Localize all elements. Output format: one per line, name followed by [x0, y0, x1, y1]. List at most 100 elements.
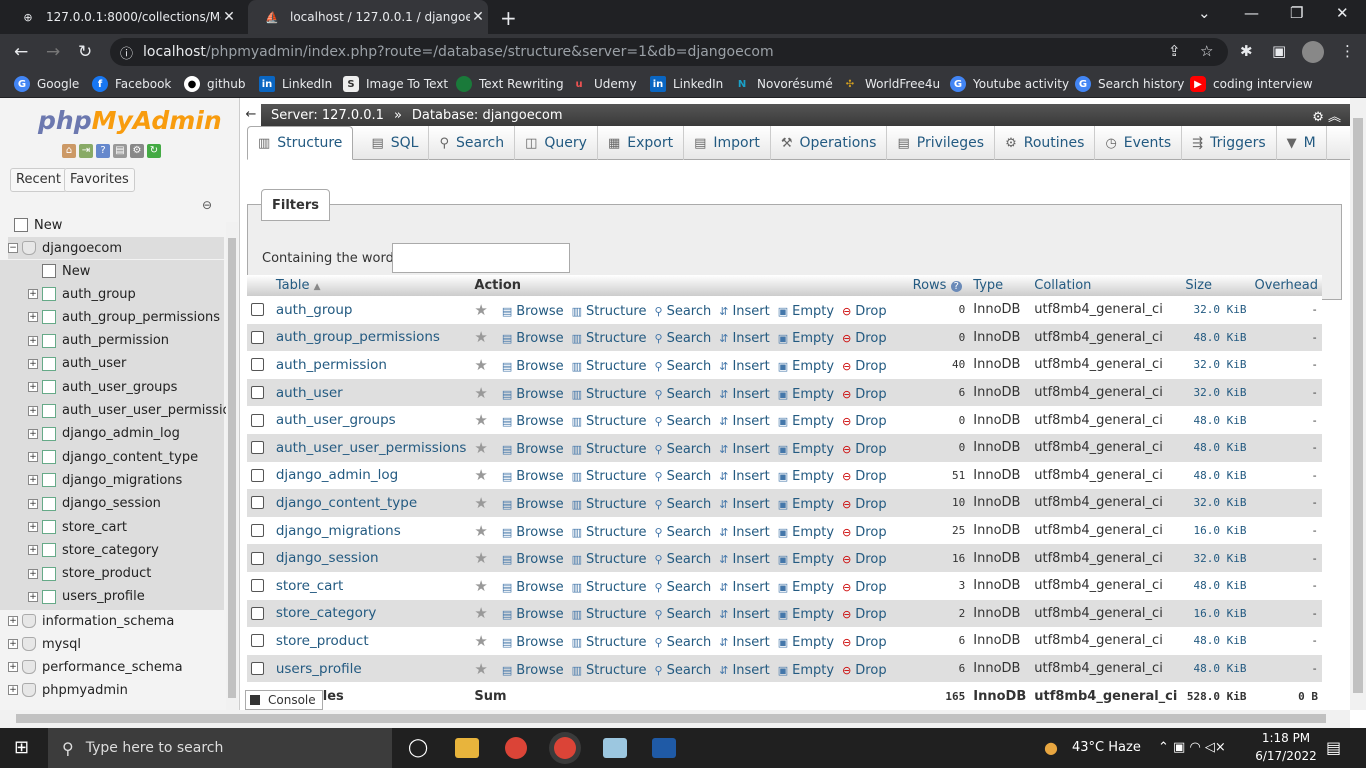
structure-action[interactable]: ▥ Structure: [572, 607, 647, 622]
insert-action[interactable]: ⇵ Insert: [719, 387, 770, 402]
row-size[interactable]: 32.0 KiB: [1181, 378, 1251, 407]
site-info-icon[interactable]: ⓘ: [120, 43, 133, 62]
drop-action[interactable]: ⊖ Drop: [842, 331, 887, 346]
empty-action[interactable]: ▣ Empty: [778, 414, 834, 429]
tab-export[interactable]: ▦ Export: [598, 126, 685, 160]
forward-icon[interactable]: →: [46, 42, 60, 62]
row-checkbox[interactable]: [251, 441, 264, 455]
drop-action[interactable]: ⊖ Drop: [842, 469, 887, 484]
row-checkbox[interactable]: [251, 496, 264, 510]
empty-action[interactable]: ▣ Empty: [778, 359, 834, 374]
scroll-thumb[interactable]: [1353, 118, 1363, 693]
browser-tab-collections[interactable]: ⊕ 127.0.0.1:8000/collections/Men's ✕: [4, 0, 248, 34]
chrome-icon[interactable]: [505, 737, 527, 759]
expand-icon[interactable]: +: [28, 568, 38, 579]
row-checkbox[interactable]: [251, 330, 264, 344]
expand-icon[interactable]: +: [28, 591, 38, 602]
row-checkbox[interactable]: [251, 358, 264, 372]
tab-triggers[interactable]: ⇶ Triggers: [1182, 126, 1277, 160]
tab-search-icon[interactable]: ⌄: [1198, 4, 1211, 22]
structure-action[interactable]: ▥ Structure: [572, 663, 647, 678]
row-checkbox[interactable]: [251, 551, 264, 565]
structure-action[interactable]: ▥ Structure: [572, 359, 647, 374]
drop-action[interactable]: ⊖ Drop: [842, 414, 887, 429]
tab-query[interactable]: ◫ Query: [515, 126, 598, 160]
tree-db-information-schema[interactable]: + information_schema: [8, 610, 174, 632]
expand-icon[interactable]: +: [28, 452, 38, 463]
collation-column-header[interactable]: Collation: [1030, 275, 1182, 296]
structure-action[interactable]: ▥ Structure: [572, 414, 647, 429]
bookmark-text-rewriting[interactable]: Text Rewriting: [456, 76, 564, 92]
url-bar[interactable]: ⓘ localhost/phpmyadmin/index.php?route=/…: [110, 38, 1228, 66]
home-icon[interactable]: ⌂: [62, 144, 76, 158]
browse-action[interactable]: ▤ Browse: [502, 525, 564, 540]
structure-action[interactable]: ▥ Structure: [572, 442, 647, 457]
task-view-icon[interactable]: ◯: [408, 737, 428, 758]
browse-action[interactable]: ▤ Browse: [502, 663, 564, 678]
scroll-thumb[interactable]: [228, 238, 236, 698]
insert-action[interactable]: ⇵ Insert: [719, 552, 770, 567]
link-with-main-panel-icon[interactable]: ⊖: [202, 198, 212, 212]
expand-icon[interactable]: +: [28, 405, 38, 416]
empty-action[interactable]: ▣ Empty: [778, 497, 834, 512]
close-tab-icon[interactable]: ✕: [470, 9, 486, 25]
table-name-link[interactable]: auth_permission: [271, 351, 471, 379]
tab-m[interactable]: ▼ M: [1277, 126, 1327, 160]
search-action[interactable]: ⚲ Search: [655, 552, 712, 567]
structure-action[interactable]: ▥ Structure: [572, 580, 647, 595]
tree-table-item[interactable]: + auth_user: [28, 353, 126, 375]
bookmark-novoresume[interactable]: N Novorésumé: [734, 76, 833, 92]
search-action[interactable]: ⚲ Search: [655, 414, 712, 429]
expand-icon[interactable]: +: [28, 428, 38, 439]
table-name-link[interactable]: store_product: [271, 627, 471, 655]
bookmark-facebook[interactable]: f Facebook: [92, 76, 171, 92]
expand-icon[interactable]: +: [28, 475, 38, 486]
row-size[interactable]: 32.0 KiB: [1181, 351, 1251, 379]
insert-action[interactable]: ⇵ Insert: [719, 304, 770, 319]
bookmark-worldfree4u[interactable]: ✣ WorldFree4u: [842, 76, 940, 92]
expand-icon[interactable]: +: [28, 545, 38, 556]
structure-action[interactable]: ▥ Structure: [572, 497, 647, 512]
file-explorer-icon[interactable]: [455, 738, 479, 758]
search-action[interactable]: ⚲ Search: [655, 663, 712, 678]
favorite-star-icon[interactable]: ★: [474, 301, 487, 319]
close-tab-icon[interactable]: ✕: [221, 9, 237, 25]
tree-table-item[interactable]: + django_content_type: [28, 446, 198, 468]
chrome-active-icon[interactable]: [554, 737, 576, 759]
tab-routines[interactable]: ⚙ Routines: [995, 126, 1096, 160]
drop-action[interactable]: ⊖ Drop: [842, 607, 887, 622]
tree-table-item[interactable]: + auth_group_permissions: [28, 306, 220, 328]
empty-action[interactable]: ▣ Empty: [778, 525, 834, 540]
table-name-link[interactable]: django_content_type: [271, 489, 471, 517]
help-icon[interactable]: ?: [950, 281, 962, 292]
insert-action[interactable]: ⇵ Insert: [719, 497, 770, 512]
type-column-header[interactable]: Type: [969, 275, 1031, 296]
powershell-icon[interactable]: [652, 738, 676, 758]
drop-action[interactable]: ⊖ Drop: [842, 442, 887, 457]
browse-action[interactable]: ▤ Browse: [502, 635, 564, 650]
bookmark-google[interactable]: G Google: [14, 76, 79, 92]
expand-icon[interactable]: +: [28, 335, 38, 346]
insert-action[interactable]: ⇵ Insert: [719, 635, 770, 650]
drop-action[interactable]: ⊖ Drop: [842, 580, 887, 595]
row-size[interactable]: 48.0 KiB: [1181, 323, 1251, 352]
browse-action[interactable]: ▤ Browse: [502, 442, 564, 457]
collapse-nav-arrow-icon[interactable]: ←: [241, 104, 261, 126]
tab-import[interactable]: ▤ Import: [684, 126, 771, 160]
search-action[interactable]: ⚲ Search: [655, 525, 712, 540]
breadcrumb-database[interactable]: Database: djangoecom: [412, 108, 563, 123]
bookmark-udemy[interactable]: u Udemy: [571, 76, 636, 92]
table-column-header[interactable]: Table ▲: [271, 275, 471, 296]
drop-action[interactable]: ⊖ Drop: [842, 525, 887, 540]
structure-action[interactable]: ▥ Structure: [572, 469, 647, 484]
breadcrumb-server[interactable]: Server: 127.0.0.1: [271, 108, 384, 123]
tab-search[interactable]: ⚲ Search: [429, 126, 516, 160]
menu-kebab-icon[interactable]: ⋮: [1340, 42, 1355, 60]
favorite-star-icon[interactable]: ★: [474, 384, 487, 402]
clock-time[interactable]: 1:18 PM: [1258, 731, 1314, 745]
insert-action[interactable]: ⇵ Insert: [719, 359, 770, 374]
browse-action[interactable]: ▤ Browse: [502, 497, 564, 512]
expand-icon[interactable]: +: [28, 289, 38, 299]
console-toggle[interactable]: Console: [245, 690, 323, 710]
settings-gear-icon[interactable]: ⚙ ︽: [1312, 106, 1341, 125]
